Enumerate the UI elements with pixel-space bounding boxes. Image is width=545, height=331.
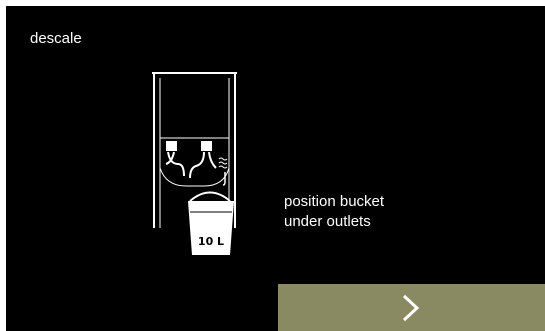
screen: descale 10 L position bucket under outle…: [6, 6, 545, 331]
instruction-line-2: under outlets: [284, 213, 371, 230]
page-title: descale: [30, 30, 82, 47]
instruction-line-1: position bucket: [284, 193, 385, 210]
bucket-label: 10 L: [198, 235, 224, 248]
machine-bucket-illustration: 10 L: [152, 72, 237, 255]
instruction-text: position bucket under outlets: [284, 192, 384, 232]
chevron-right-icon: [402, 294, 420, 322]
next-button[interactable]: [278, 284, 545, 331]
